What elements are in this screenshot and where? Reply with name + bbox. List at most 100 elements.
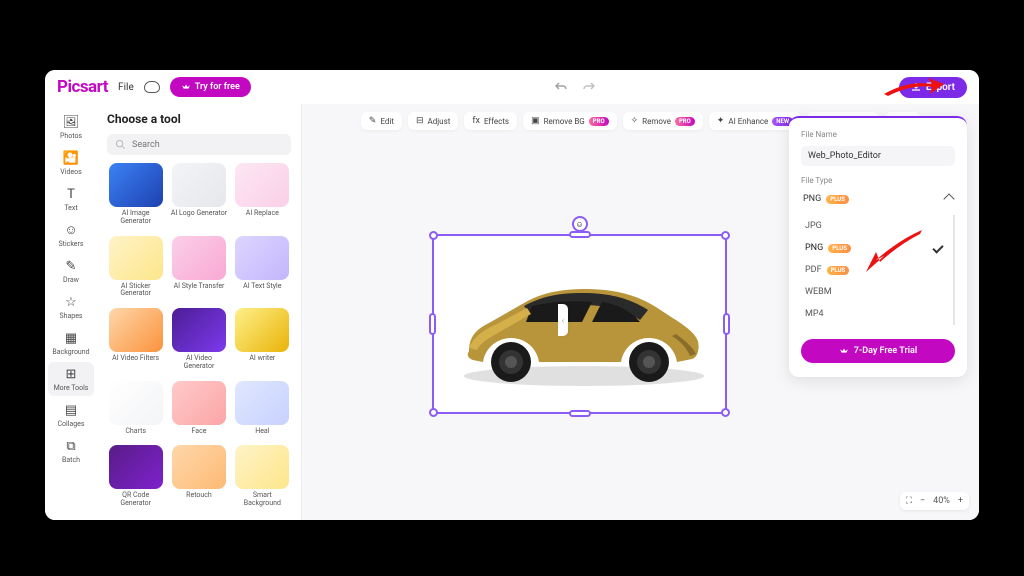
file-type-select[interactable]: PNG PLUS [801, 189, 955, 209]
badge: PRO [589, 117, 609, 126]
free-trial-button[interactable]: 7-Day Free Trial [801, 339, 955, 363]
tb-icon: fx [472, 116, 480, 126]
rail-icon: ⧉ [63, 438, 79, 454]
rail-label: Collages [57, 420, 84, 428]
tool-label: AI Image Generator [107, 210, 164, 225]
toolbar-remove-bg[interactable]: ▣Remove BGPRO [523, 112, 617, 130]
rail-item-collages[interactable]: ▤ Collages [48, 398, 94, 432]
redo-icon[interactable] [582, 81, 596, 93]
tool-thumb [235, 445, 289, 489]
search-input[interactable] [107, 134, 291, 155]
tool-charts[interactable]: Charts [107, 381, 164, 440]
rail-item-background[interactable]: ▦Background [48, 326, 94, 360]
rail-item-shapes[interactable]: ☆Shapes [48, 290, 94, 324]
cloud-icon[interactable] [144, 81, 160, 93]
tool-label: AI writer [249, 355, 275, 363]
rail-item-photos[interactable]: 🖼Photos [48, 110, 94, 144]
export-button[interactable]: Export [899, 77, 967, 98]
try-free-label: Try for free [195, 82, 240, 92]
undo-icon[interactable] [554, 81, 568, 93]
tool-ai-logo-generator[interactable]: AI Logo Generator [170, 163, 227, 230]
file-type-label: File Type [801, 176, 955, 185]
rail-item-more-tools[interactable]: ⊞More Tools [48, 362, 94, 396]
search-field[interactable] [132, 140, 283, 150]
tool-thumb [235, 308, 289, 352]
tool-ai-replace[interactable]: AI Replace [234, 163, 291, 230]
zoom-in[interactable]: + [958, 496, 963, 506]
tool-thumb [235, 163, 289, 207]
tool-ai-image-generator[interactable]: AI Image Generator [107, 163, 164, 230]
file-menu[interactable]: File [118, 82, 134, 93]
tool-face[interactable]: Face [170, 381, 227, 440]
tool-ai-text-style[interactable]: AI Text Style [234, 236, 291, 303]
download-icon [911, 82, 921, 92]
rail-icon: ▤ [63, 402, 79, 418]
trial-label: 7-Day Free Trial [854, 346, 917, 356]
rail-item-batch[interactable]: ⧉Batch [48, 434, 94, 468]
topbar: Picsart File Try for free Export [45, 70, 979, 104]
tool-thumb [172, 381, 226, 425]
resize-handle-bl[interactable] [429, 408, 438, 417]
file-name-input[interactable] [801, 146, 955, 166]
tool-smart-background[interactable]: Smart Background [234, 445, 291, 512]
file-type-option-pdf[interactable]: PDFPLUS [801, 259, 947, 281]
tb-label: Remove [642, 117, 671, 126]
car-image [444, 256, 719, 396]
toolbar-edit[interactable]: ✎Edit [361, 112, 402, 130]
tool-ai-writer[interactable]: AI writer [234, 308, 291, 375]
tool-ai-video-generator[interactable]: AI Video Generator [170, 308, 227, 375]
rail-item-stickers[interactable]: ☺Stickers [48, 218, 94, 252]
resize-handle-br[interactable] [721, 408, 730, 417]
rail-label: Shapes [59, 312, 82, 320]
toolbar-adjust[interactable]: ⊟Adjust [408, 112, 458, 130]
rail-item-draw[interactable]: ✎Draw [48, 254, 94, 288]
tool-ai-style-transfer[interactable]: AI Style Transfer [170, 236, 227, 303]
tb-label: Adjust [428, 117, 451, 126]
rail-icon: ☺ [63, 222, 79, 238]
toolbar-effects[interactable]: fxEffects [464, 112, 517, 130]
rail-icon: ⊞ [63, 366, 79, 382]
try-free-button[interactable]: Try for free [170, 77, 251, 97]
rail-item-videos[interactable]: 🎦Videos [48, 146, 94, 180]
tool-ai-sticker-generator[interactable]: AI Sticker Generator [107, 236, 164, 303]
selected-image[interactable]: ☺ [432, 234, 727, 414]
resize-handle-mb[interactable] [569, 410, 591, 417]
resize-handle-ml[interactable] [429, 313, 436, 335]
zoom-out[interactable]: − [920, 496, 925, 506]
toolbar-ai-enhance[interactable]: ✦AI EnhanceNEW [709, 112, 801, 130]
fit-icon[interactable]: ⛶ [906, 496, 912, 506]
tool-label: AI Replace [246, 210, 279, 218]
tool-qr-code-generator[interactable]: QR Code Generator [107, 445, 164, 512]
file-type-selected: PNG [803, 194, 821, 204]
tool-retouch[interactable]: Retouch [170, 445, 227, 512]
resize-handle-tr[interactable] [721, 231, 730, 240]
tool-heal[interactable]: Heal [234, 381, 291, 440]
rail-icon: ▦ [63, 330, 79, 346]
tool-label: AI Logo Generator [171, 210, 227, 218]
search-icon [115, 139, 126, 150]
crown-icon [839, 347, 849, 355]
file-type-option-png[interactable]: PNGPLUS [801, 237, 947, 259]
export-panel: File Name File Type PNG PLUS JPGPNGPLUSP… [789, 116, 967, 377]
rail-label: Text [64, 204, 77, 212]
rail-item-text[interactable]: T Text [48, 182, 94, 216]
opt-label: MP4 [805, 309, 824, 319]
resize-handle-mr[interactable] [723, 313, 730, 335]
tool-thumb [109, 308, 163, 352]
logo[interactable]: Picsart [57, 77, 108, 97]
tool-ai-video-filters[interactable]: AI Video Filters [107, 308, 164, 375]
file-type-option-webm[interactable]: WEBM [801, 281, 947, 303]
tb-label: AI Enhance [728, 117, 768, 126]
resize-handle-tl[interactable] [429, 231, 438, 240]
file-type-option-jpg[interactable]: JPG [801, 215, 947, 237]
collapse-panel-handle[interactable]: ‹ [558, 304, 568, 336]
file-type-option-mp4[interactable]: MP4 [801, 303, 947, 325]
panel-title: Choose a tool [107, 112, 291, 126]
toolbar-remove[interactable]: ✧RemovePRO [623, 112, 703, 130]
rotate-handle[interactable]: ☺ [572, 216, 588, 232]
resize-handle-mt[interactable] [569, 231, 591, 238]
tool-thumb [109, 236, 163, 280]
rail-icon: T [63, 186, 79, 202]
tool-label: AI Video Filters [112, 355, 159, 363]
tool-label: AI Video Generator [170, 355, 227, 370]
